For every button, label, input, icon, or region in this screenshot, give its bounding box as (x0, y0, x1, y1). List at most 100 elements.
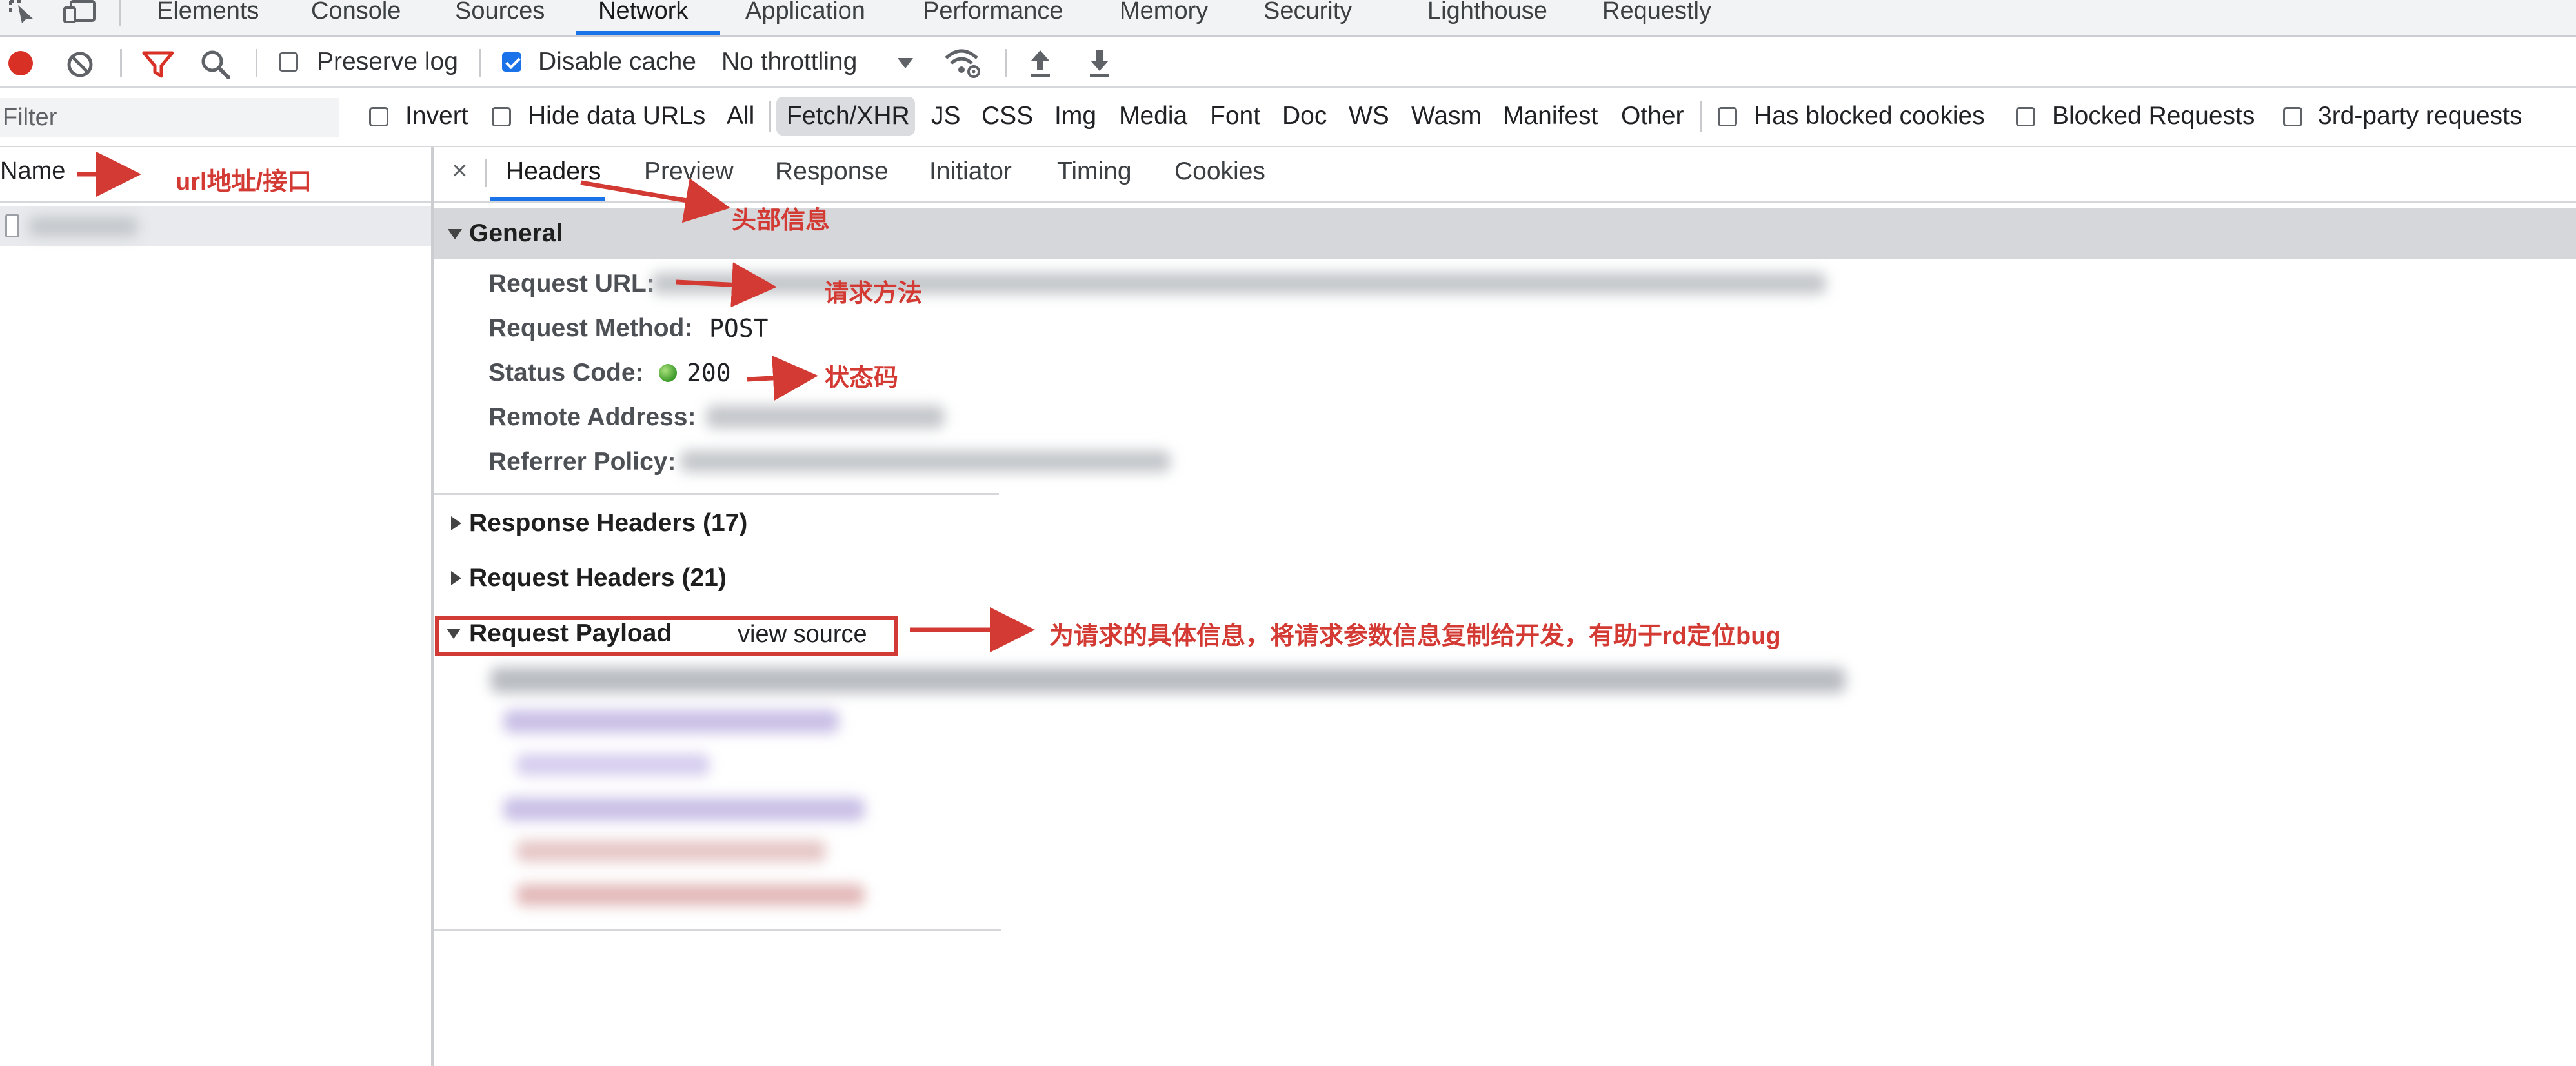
detail-divider (485, 159, 487, 187)
redacted-payload-line (516, 840, 826, 862)
throttling-select[interactable]: No throttling (721, 48, 857, 76)
redacted-payload-line (516, 884, 865, 906)
filter-type-doc[interactable]: Doc (1282, 102, 1327, 130)
tab-application[interactable]: Application (745, 0, 865, 28)
filter-icon[interactable] (142, 50, 174, 79)
search-icon[interactable] (200, 49, 231, 80)
request-list (0, 147, 434, 1066)
has-blocked-cookies-checkbox[interactable] (1718, 107, 1737, 126)
tab-timing[interactable]: Timing (1057, 157, 1132, 186)
toolbar-divider (1005, 49, 1007, 77)
export-har-icon[interactable] (1087, 48, 1112, 79)
filter-type-wasm[interactable]: Wasm (1411, 102, 1482, 130)
annotation-headers: 头部信息 (732, 207, 830, 234)
import-har-icon[interactable] (1028, 48, 1052, 79)
hide-data-urls-checkbox[interactable] (492, 107, 511, 126)
request-method-value: POST (709, 314, 769, 343)
section-divider (434, 493, 999, 495)
toolbar-divider (256, 49, 257, 77)
tab-bar-divider (119, 0, 121, 26)
filter-type-other[interactable]: Other (1621, 102, 1684, 130)
redacted-payload-line (490, 667, 1846, 693)
close-icon[interactable]: × (452, 155, 468, 186)
request-payload-title[interactable]: Request Payload (469, 619, 672, 648)
list-header-divider (0, 201, 431, 203)
tab-sources[interactable]: Sources (455, 0, 545, 28)
redacted-payload-line (503, 798, 865, 821)
tab-initiator[interactable]: Initiator (929, 157, 1012, 186)
disable-cache-checkbox[interactable] (502, 52, 521, 72)
status-ok-icon (659, 364, 677, 382)
blocked-requests-checkbox[interactable] (2016, 107, 2035, 126)
tab-preview[interactable]: Preview (644, 157, 734, 186)
general-title: General (469, 219, 563, 247)
preserve-log-checkbox[interactable] (279, 52, 298, 72)
tab-headers[interactable]: Headers (506, 157, 601, 186)
inspect-element-icon[interactable] (8, 0, 37, 23)
tab-cookies[interactable]: Cookies (1174, 157, 1265, 186)
hide-data-urls-label: Hide data URLs (528, 102, 706, 130)
filter-input[interactable] (0, 98, 339, 137)
tab-requestly[interactable]: Requestly (1602, 0, 1711, 28)
tab-console[interactable]: Console (311, 0, 401, 28)
annotation-payload: 为请求的具体信息，将请求参数信息复制给开发，有助于rd定位bug (1049, 623, 1781, 650)
network-conditions-icon[interactable] (943, 45, 982, 80)
redacted-payload-line (516, 754, 710, 776)
active-detail-tab-indicator (490, 197, 605, 201)
third-party-requests-checkbox[interactable] (2283, 107, 2302, 126)
filter-type-manifest[interactable]: Manifest (1503, 102, 1598, 130)
collapse-triangle-icon (451, 516, 461, 530)
record-icon[interactable] (6, 49, 35, 77)
redacted-payload-line (503, 710, 839, 733)
request-method-key: Request Method: (488, 314, 693, 342)
tab-response[interactable]: Response (775, 157, 889, 186)
filter-divider (769, 101, 771, 132)
view-source-link[interactable]: view source (738, 621, 867, 649)
filter-type-media[interactable]: Media (1119, 102, 1187, 130)
remote-address-key: Remote Address: (488, 403, 696, 431)
has-blocked-cookies-label: Has blocked cookies (1754, 102, 1985, 130)
tab-performance[interactable]: Performance (923, 0, 1063, 28)
blocked-requests-label: Blocked Requests (2052, 102, 2255, 130)
referrer-policy-key: Referrer Policy: (488, 448, 676, 476)
filter-type-ws[interactable]: WS (1349, 102, 1389, 130)
chevron-down-icon[interactable] (897, 57, 914, 70)
invert-checkbox[interactable] (369, 107, 388, 126)
name-column-header[interactable]: Name (0, 157, 65, 185)
clear-icon[interactable] (66, 50, 94, 79)
filter-type-all[interactable]: All (727, 102, 754, 130)
filter-type-css[interactable]: CSS (981, 102, 1033, 130)
filter-type-font[interactable]: Font (1210, 102, 1260, 130)
tab-lighthouse[interactable]: Lighthouse (1427, 0, 1547, 28)
filter-type-img[interactable]: Img (1054, 102, 1096, 130)
status-code-value: 200 (687, 359, 731, 387)
tab-memory[interactable]: Memory (1120, 0, 1208, 28)
filter-divider (1700, 101, 1702, 132)
request-url-key: Request URL: (488, 270, 655, 297)
third-party-requests-label: 3rd-party requests (2318, 102, 2522, 130)
expand-triangle-icon (447, 629, 461, 639)
redacted-referrer-policy (680, 450, 1171, 472)
toolbar-divider (479, 49, 481, 77)
toolbar-divider (120, 49, 122, 77)
tab-security[interactable]: Security (1263, 0, 1352, 28)
annotation-method: 请求方法 (824, 280, 923, 307)
request-headers-title[interactable]: Request Headers (21) (469, 564, 727, 592)
section-divider (434, 929, 1001, 931)
active-tab-indicator (576, 31, 720, 35)
redacted-request-name (28, 217, 138, 236)
filter-type-js[interactable]: JS (931, 102, 961, 130)
detail-tab-bar (434, 147, 2576, 203)
tab-elements[interactable]: Elements (157, 0, 259, 28)
annotation-status: 状态码 (825, 365, 899, 392)
status-code-key: Status Code: (488, 359, 644, 387)
collapse-triangle-icon (451, 571, 461, 585)
tab-network[interactable]: Network (598, 0, 688, 28)
device-toolbar-icon[interactable] (62, 0, 97, 23)
redacted-remote-address (706, 405, 945, 428)
preserve-log-label: Preserve log (317, 48, 458, 75)
filter-type-fetch-xhr[interactable]: Fetch/XHR (787, 102, 910, 130)
response-headers-title[interactable]: Response Headers (17) (469, 509, 747, 538)
annotation-url: url地址/接口 (176, 168, 312, 196)
expand-triangle-icon (448, 229, 462, 239)
